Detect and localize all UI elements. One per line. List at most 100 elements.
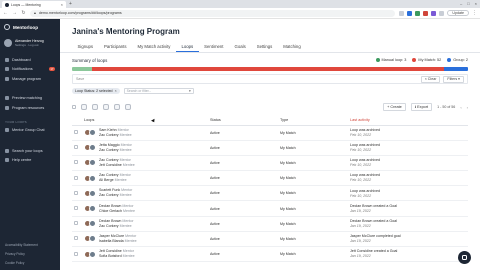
tab-settings[interactable]: Settings bbox=[251, 41, 278, 52]
table-row[interactable]: Declan Brown Mentor Zac Corkery Mentee Act… bbox=[72, 216, 468, 232]
sidebar-item-label: Notifications bbox=[12, 67, 33, 72]
reload-icon[interactable]: ↻ bbox=[21, 10, 26, 16]
table-row[interactable]: Jetta Maggio Mentor Zac Corkery Mentee Act… bbox=[72, 140, 468, 156]
type-cell: My Match bbox=[278, 170, 348, 187]
extension-icon[interactable] bbox=[415, 10, 421, 16]
table-row[interactable]: Zac Corkery Mentor Jett Considine Mentee A… bbox=[72, 155, 468, 172]
support-chat-button[interactable] bbox=[458, 251, 471, 264]
save-filter-link[interactable]: Save bbox=[76, 77, 84, 81]
loop-pair[interactable]: Scarlett Funk Mentor Zac Corkery Mentee bbox=[84, 188, 206, 198]
loop-pair[interactable]: Declan Brown Mentor Zac Corkery Mentee bbox=[84, 219, 206, 229]
tab-participants[interactable]: Participants bbox=[99, 41, 132, 52]
loop-pair[interactable]: Jasper McClure Mentor Isabella Blanda Men… bbox=[84, 234, 206, 244]
menu-icon[interactable]: ⋮ bbox=[472, 10, 477, 16]
export-button[interactable]: ⭳ Export bbox=[410, 103, 433, 111]
clear-button[interactable]: × Clear bbox=[420, 75, 441, 83]
row-checkbox-cell bbox=[72, 140, 82, 156]
avatar bbox=[89, 174, 96, 182]
chat-icon bbox=[462, 255, 467, 260]
loop-pair[interactable]: Declan Brown Mentor Chloe Gerlach Mentee bbox=[84, 204, 206, 214]
row-checkbox[interactable] bbox=[74, 251, 78, 256]
filters-button[interactable]: Filters ▾ bbox=[443, 75, 464, 83]
sidebar-item-mentor-group-chat[interactable]: Mentor Group Chat bbox=[0, 126, 60, 136]
tab-my-match-activity[interactable]: My Match activity bbox=[132, 41, 176, 52]
extension-icon[interactable] bbox=[407, 10, 413, 16]
cookie-link[interactable]: Cookie Policy bbox=[0, 259, 60, 268]
row-checkbox[interactable] bbox=[74, 130, 78, 135]
privacy-link[interactable]: Privacy Policy bbox=[0, 250, 60, 259]
sidebar-item-manage-program[interactable]: Manage program bbox=[0, 74, 60, 84]
profile-icon[interactable] bbox=[439, 10, 445, 16]
row-checkbox[interactable] bbox=[74, 175, 78, 180]
message-icon[interactable] bbox=[81, 104, 87, 110]
filter-chip[interactable]: Loop Status: 2 selected × bbox=[72, 88, 120, 94]
header-loops[interactable]: Loops bbox=[82, 116, 208, 126]
sidebar-item-dashboard[interactable]: Dashboard bbox=[0, 55, 60, 65]
table-row[interactable]: Jett Considine Mentor Sofia Botsford Ment… bbox=[72, 246, 468, 263]
columns-icon[interactable] bbox=[125, 104, 131, 110]
row-checkbox[interactable] bbox=[74, 236, 78, 241]
loop-pair[interactable]: Zac Corkery Mentor Ali Berge Mentee bbox=[84, 173, 206, 183]
remove-chip-icon[interactable]: × bbox=[115, 89, 117, 93]
extension-icon[interactable] bbox=[423, 10, 429, 16]
sidebar-item-program-resources[interactable]: Program resources bbox=[0, 103, 60, 113]
row-checkbox[interactable] bbox=[74, 145, 78, 150]
brand-logo[interactable]: Mentorloop bbox=[0, 19, 60, 34]
status-cell: Active bbox=[208, 246, 278, 263]
user-profile[interactable]: Alexander Herzog Settings · Log out bbox=[0, 34, 60, 52]
row-checkbox[interactable] bbox=[74, 206, 78, 211]
tag-icon[interactable] bbox=[103, 104, 109, 110]
sidebar-item-search-loops[interactable]: Search your loops bbox=[0, 146, 60, 156]
sidebar-item-label: Help centre bbox=[12, 158, 32, 163]
row-checkbox[interactable] bbox=[74, 221, 78, 226]
row-checkbox[interactable] bbox=[74, 190, 78, 195]
header-type[interactable]: Type bbox=[278, 116, 348, 126]
sidebar-item-help-centre[interactable]: Help centre bbox=[0, 156, 60, 166]
share-icon[interactable] bbox=[399, 10, 405, 16]
archive-icon[interactable] bbox=[114, 104, 120, 110]
sidebar-item-preview-matching[interactable]: Preview matching bbox=[0, 94, 60, 104]
mentee-name: Zac Corkery bbox=[99, 132, 119, 137]
header-last-activity[interactable]: Last activity bbox=[348, 116, 468, 126]
minimize-icon[interactable]: – bbox=[460, 1, 462, 6]
loop-pair[interactable]: Jetta Maggio Mentor Zac Corkery Mentee bbox=[84, 143, 206, 153]
table-row[interactable]: Zac Corkery Mentor Ali Berge Mentee Active… bbox=[72, 170, 468, 187]
tab-goals[interactable]: Goals bbox=[229, 41, 251, 52]
url-field[interactable]: 🔒︎ demo.mentorloop.com/programs/##/loops… bbox=[30, 9, 396, 17]
table-row[interactable]: Scarlett Funk Mentor Zac Corkery Mentee Ac… bbox=[72, 185, 468, 202]
pagination-text: 1 - 50 of 56 bbox=[437, 105, 456, 109]
next-page-icon[interactable]: › bbox=[467, 105, 468, 110]
summary-title: Summary of loops bbox=[72, 57, 108, 63]
sidebar-item-notifications[interactable]: Notifications 17 bbox=[0, 65, 60, 75]
row-checkbox[interactable] bbox=[74, 160, 78, 165]
avatar bbox=[89, 144, 96, 152]
create-button[interactable]: + Create bbox=[383, 103, 406, 111]
header-status[interactable]: Status bbox=[208, 116, 278, 126]
close-window-icon[interactable]: × bbox=[475, 1, 477, 6]
update-button[interactable]: Update bbox=[447, 10, 469, 16]
search-filter-input[interactable]: Search or filter... ▾ bbox=[123, 88, 194, 94]
prev-page-icon[interactable]: ‹ bbox=[460, 105, 461, 110]
extension-icon[interactable] bbox=[431, 10, 437, 16]
loop-pair[interactable]: Jett Considine Mentor Sofia Botsford Ment… bbox=[84, 249, 206, 259]
select-all-checkbox[interactable] bbox=[72, 105, 76, 109]
tab-signups[interactable]: Signups bbox=[72, 41, 99, 52]
table-row[interactable]: Jasper McClure Mentor Isabella Blanda Men… bbox=[72, 231, 468, 248]
tab-sentiment[interactable]: Sentiment bbox=[199, 41, 229, 52]
loop-pair[interactable]: Zac Corkery Mentor Jett Considine Mentee bbox=[84, 158, 206, 168]
browser-tab[interactable]: Loops — Mentoring × bbox=[2, 1, 66, 8]
close-tab-icon[interactable]: × bbox=[61, 2, 63, 7]
tab-loops[interactable]: Loops bbox=[175, 41, 199, 52]
loop-pair[interactable]: Sam Kiehn Mentor Zac Corkery Mentee bbox=[84, 128, 206, 138]
calendar-icon[interactable] bbox=[92, 104, 98, 110]
user-links[interactable]: Settings · Log out bbox=[15, 43, 44, 47]
sidebar-group-label: YOUR LOOPS bbox=[5, 119, 27, 124]
new-tab-icon[interactable]: + bbox=[69, 1, 72, 8]
tab-matching[interactable]: Matching bbox=[278, 41, 306, 52]
maximize-icon[interactable]: □ bbox=[467, 1, 469, 6]
forward-icon[interactable]: → bbox=[12, 10, 17, 16]
table-row[interactable]: Sam Kiehn Mentor Zac Corkery Mentee Active… bbox=[72, 125, 468, 141]
accessibility-link[interactable]: Accessibility Statement bbox=[0, 241, 60, 250]
table-row[interactable]: Declan Brown Mentor Chloe Gerlach Mentee A… bbox=[72, 200, 468, 217]
back-icon[interactable]: ← bbox=[3, 10, 8, 16]
